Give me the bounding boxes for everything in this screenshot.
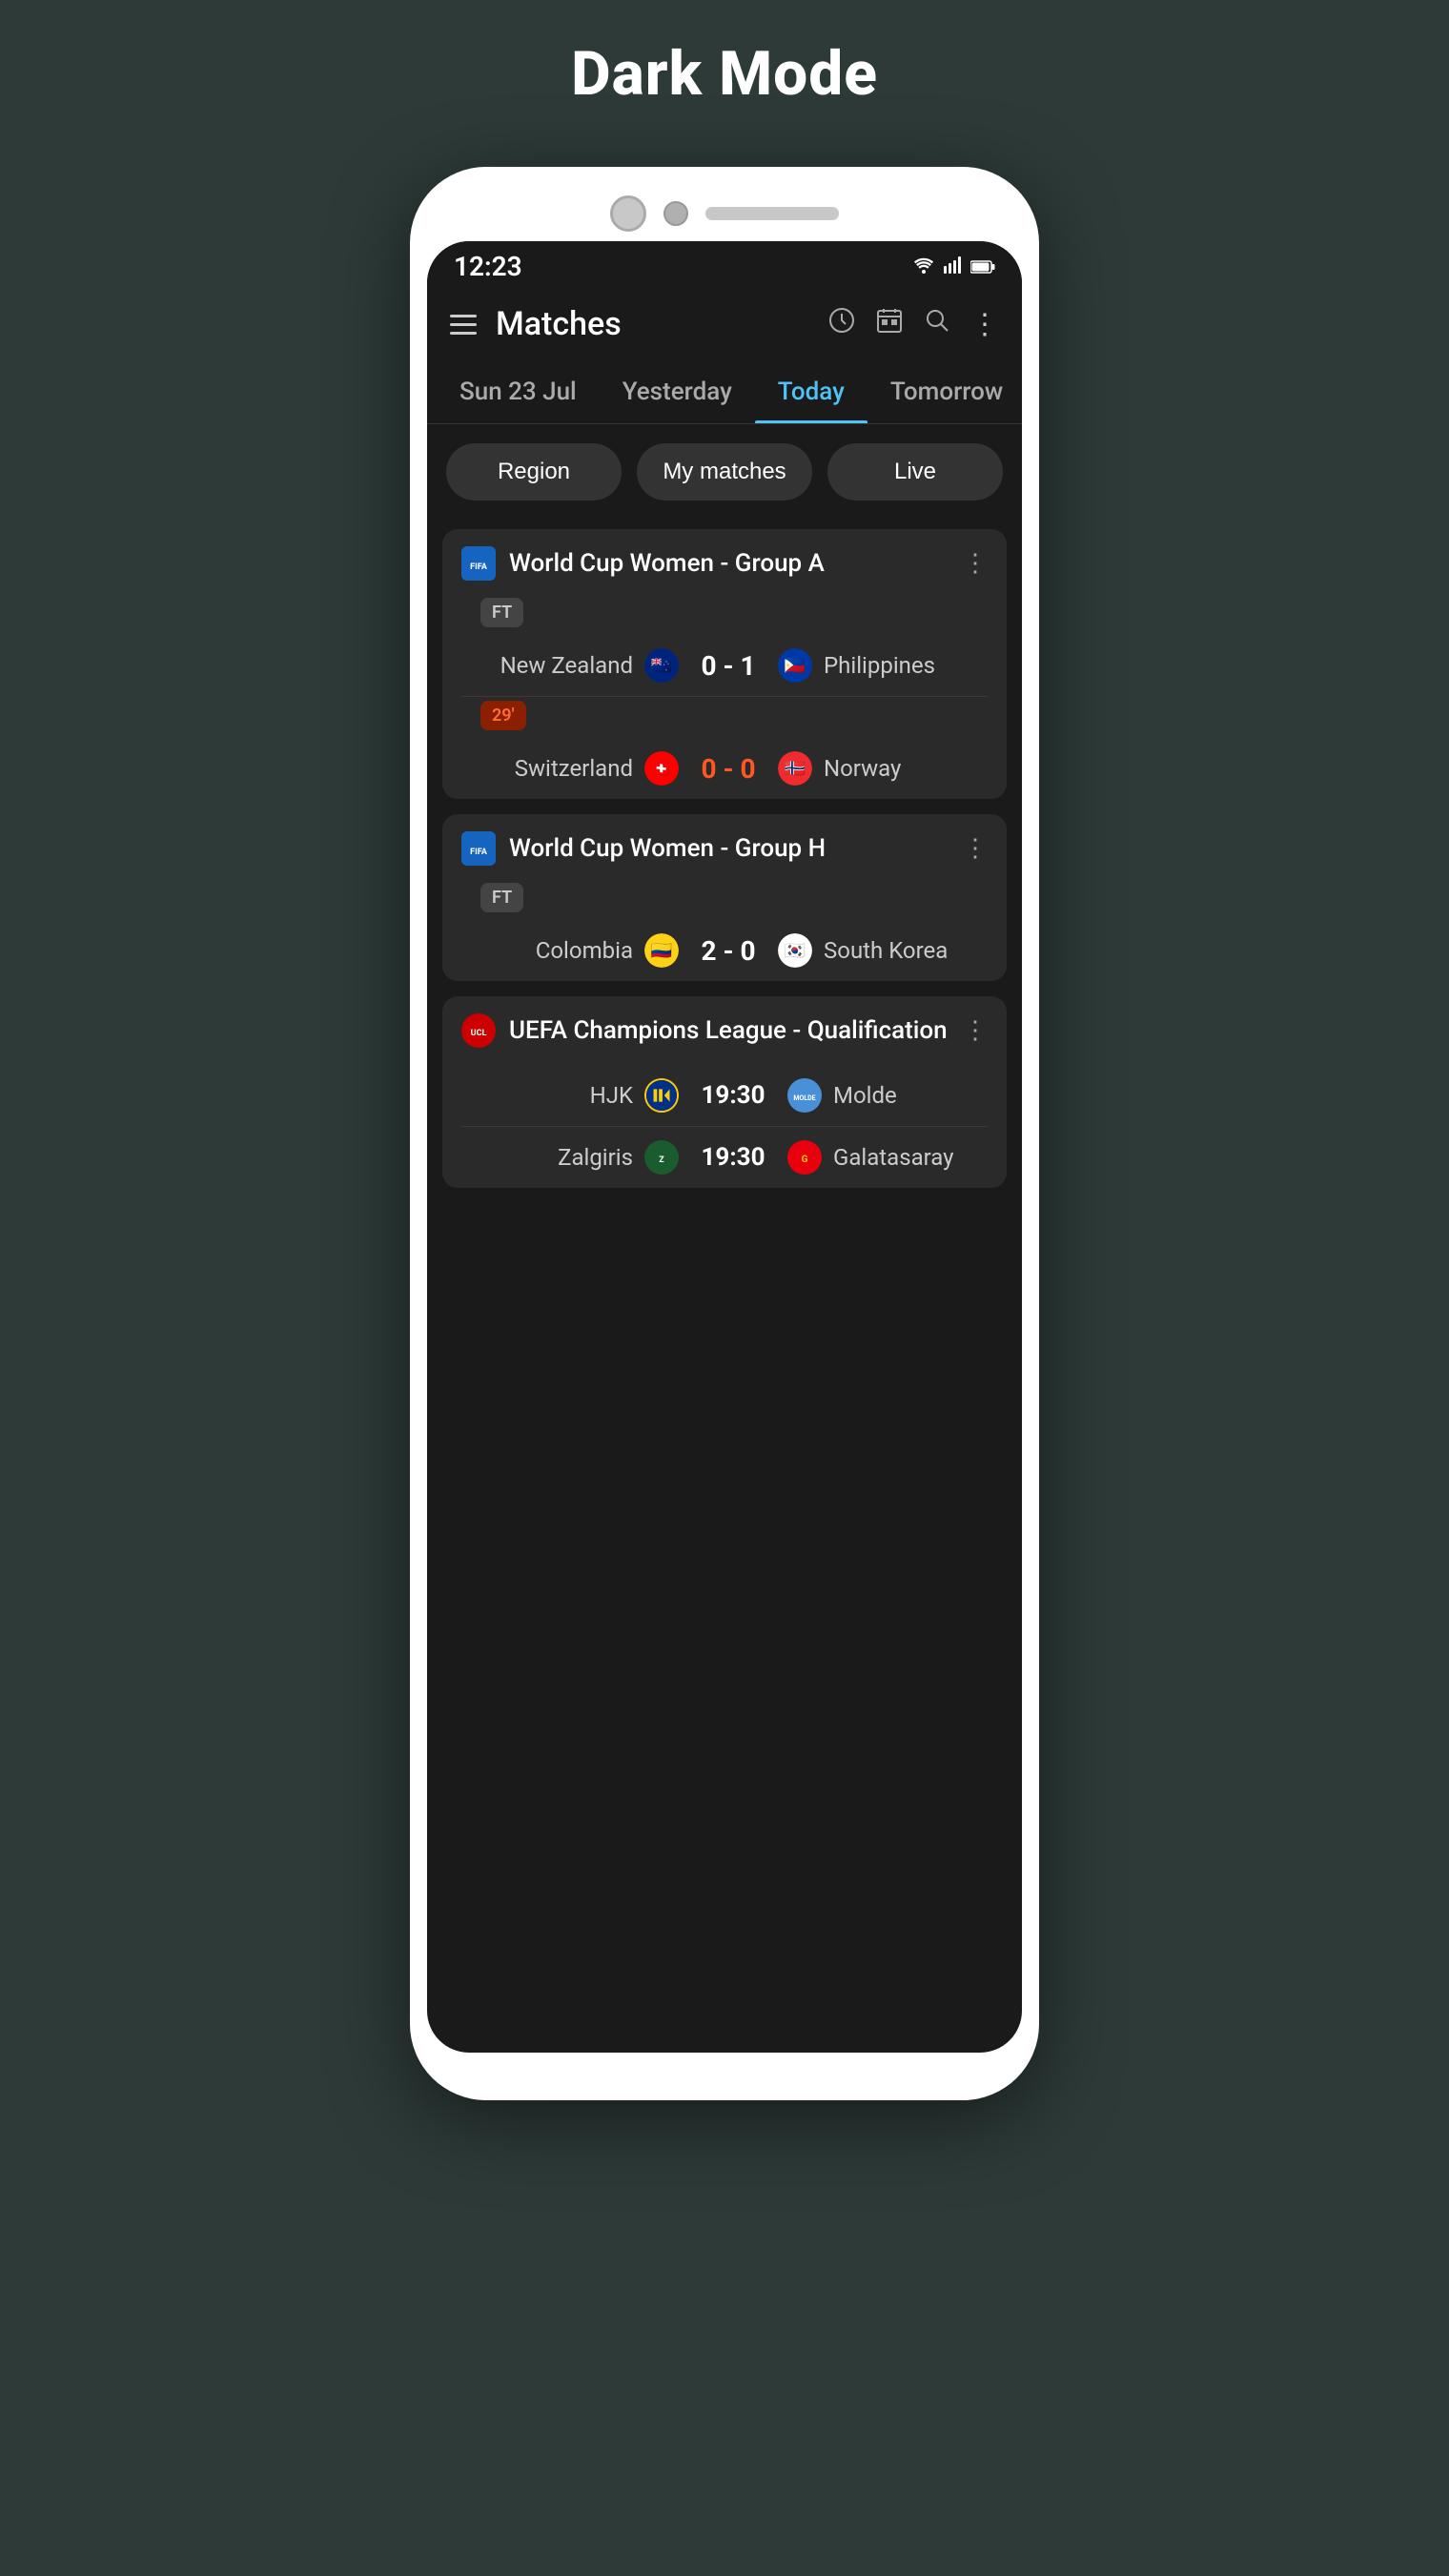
fifa-badge: FIFA xyxy=(461,546,496,581)
tab-today[interactable]: Today xyxy=(755,360,867,423)
match-status-live-ch: 29' xyxy=(480,701,526,730)
svg-text:G: G xyxy=(802,1155,808,1165)
svg-text:FIFA: FIFA xyxy=(470,848,488,857)
svg-text:🇳🇴: 🇳🇴 xyxy=(785,759,806,779)
flag-ph: 🇵🇭 xyxy=(778,648,812,683)
tab-strip: Sun 23 Jul Yesterday Today Tomorrow Thu … xyxy=(427,360,1022,424)
home-team-hjk: HJK xyxy=(500,1082,633,1109)
card-header-ucl: UCL UEFA Champions League - Qualificatio… xyxy=(442,996,1007,1065)
flag-nz: 🇳🇿 xyxy=(644,648,679,683)
card-more-icon-group-h[interactable]: ⋮ xyxy=(963,834,988,863)
flag-ch: 🇨🇭 xyxy=(644,751,679,786)
badge-zalgiris: Z xyxy=(644,1140,679,1175)
status-bar: 12:23 xyxy=(427,241,1022,288)
score-co-kr: 2 - 0 xyxy=(690,935,766,967)
away-team-no: Norway xyxy=(824,755,957,782)
home-team-ch: Switzerland xyxy=(500,755,633,782)
league-name-ucl: UEFA Champions League - Qualification xyxy=(509,1016,949,1045)
match-card-group-a: FIFA World Cup Women - Group A ⋮ FT New … xyxy=(442,529,1007,799)
score-nz-ph: 0 - 1 xyxy=(690,650,766,682)
away-team-galatasaray: Galatasaray xyxy=(833,1144,967,1171)
match-time-zalgiris: 19:30 xyxy=(690,1143,776,1172)
svg-text:🇨🇭: 🇨🇭 xyxy=(651,758,672,779)
wifi-icon xyxy=(913,256,934,278)
svg-text:MOLDE: MOLDE xyxy=(793,1094,815,1102)
match-time-hjk: 19:30 xyxy=(690,1081,776,1110)
calendar-icon[interactable] xyxy=(875,306,904,342)
svg-text:🇵🇭: 🇵🇭 xyxy=(785,656,806,676)
filter-bar: Region My matches Live xyxy=(427,424,1022,520)
match-status-ft-co: FT xyxy=(480,883,523,912)
svg-text:UCL: UCL xyxy=(471,1029,487,1038)
filter-live-button[interactable]: Live xyxy=(827,443,1003,501)
home-team-co: Colombia xyxy=(500,937,633,964)
battery-icon xyxy=(970,256,995,278)
league-name-group-h: World Cup Women - Group H xyxy=(509,834,949,863)
status-icons xyxy=(913,256,995,278)
search-icon[interactable] xyxy=(923,306,951,342)
card-header-group-h: FIFA World Cup Women - Group H ⋮ xyxy=(442,814,1007,883)
app-bar: Matches xyxy=(427,288,1022,360)
badge-galatasaray: G xyxy=(787,1140,822,1175)
filter-mymatches-button[interactable]: My matches xyxy=(637,443,812,501)
away-team-ph: Philippines xyxy=(824,652,957,679)
badge-molde: MOLDE xyxy=(787,1078,822,1113)
svg-text:Z: Z xyxy=(659,1155,664,1165)
camera-main xyxy=(610,195,646,232)
score-ch-no: 0 - 0 xyxy=(690,753,766,785)
flag-kr: 🇰🇷 xyxy=(778,933,812,968)
match-row-hjk-molde[interactable]: HJK 19:30 MOLDE xyxy=(442,1065,1007,1126)
phone-shell: 12:23 xyxy=(410,167,1039,2100)
match-card-ucl: UCL UEFA Champions League - Qualificatio… xyxy=(442,996,1007,1188)
away-team-kr: South Korea xyxy=(824,937,957,964)
page-title: Dark Mode xyxy=(571,38,878,110)
match-row-zalgiris-gala[interactable]: Zalgiris Z 19:30 G xyxy=(442,1127,1007,1188)
match-row-nz-ph[interactable]: New Zealand 🇳🇿 0 - 1 🇵🇭 xyxy=(442,635,1007,696)
more-vertical-icon[interactable]: ⋮ xyxy=(970,308,999,341)
card-more-icon-ucl[interactable]: ⋮ xyxy=(963,1016,988,1045)
flag-no: 🇳🇴 xyxy=(778,751,812,786)
home-team-zalgiris: Zalgiris xyxy=(500,1144,633,1171)
card-header-group-a: FIFA World Cup Women - Group A ⋮ xyxy=(442,529,1007,598)
svg-text:FIFA: FIFA xyxy=(470,562,488,572)
ucl-badge: UCL xyxy=(461,1013,496,1048)
home-team-nz: New Zealand xyxy=(500,652,633,679)
svg-text:🇰🇷: 🇰🇷 xyxy=(785,941,806,961)
league-name-group-a: World Cup Women - Group A xyxy=(509,549,949,578)
signal-icon xyxy=(944,256,961,278)
camera-dot xyxy=(663,201,688,226)
match-card-group-h: FIFA World Cup Women - Group H ⋮ FT Colo… xyxy=(442,814,1007,981)
away-team-molde: Molde xyxy=(833,1082,967,1109)
match-status-ft-nz: FT xyxy=(480,598,523,627)
fifa-badge-h: FIFA xyxy=(461,831,496,866)
card-more-icon-group-a[interactable]: ⋮ xyxy=(963,549,988,578)
clock-icon[interactable] xyxy=(827,306,856,342)
badge-hjk xyxy=(644,1078,679,1113)
flag-co: 🇨🇴 xyxy=(644,933,679,968)
match-row-co-kr[interactable]: Colombia 🇨🇴 2 - 0 🇰🇷 xyxy=(442,920,1007,981)
hamburger-menu-button[interactable] xyxy=(450,315,477,335)
tab-sun23jul[interactable]: Sun 23 Jul xyxy=(437,360,600,423)
tab-tomorrow[interactable]: Tomorrow xyxy=(867,360,1022,423)
svg-text:🇳🇿: 🇳🇿 xyxy=(651,656,672,676)
app-bar-title: Matches xyxy=(496,305,808,343)
status-time: 12:23 xyxy=(454,251,522,282)
tab-yesterday[interactable]: Yesterday xyxy=(600,360,755,423)
matches-container: FIFA World Cup Women - Group A ⋮ FT New … xyxy=(427,520,1022,1207)
svg-text:🇨🇴: 🇨🇴 xyxy=(651,941,672,961)
filter-region-button[interactable]: Region xyxy=(446,443,622,501)
match-row-ch-no[interactable]: Switzerland 🇨🇭 0 - 0 🇳🇴 xyxy=(442,738,1007,799)
speaker-bar xyxy=(705,207,839,220)
phone-notch xyxy=(427,195,1022,232)
phone-screen: 12:23 xyxy=(427,241,1022,2053)
